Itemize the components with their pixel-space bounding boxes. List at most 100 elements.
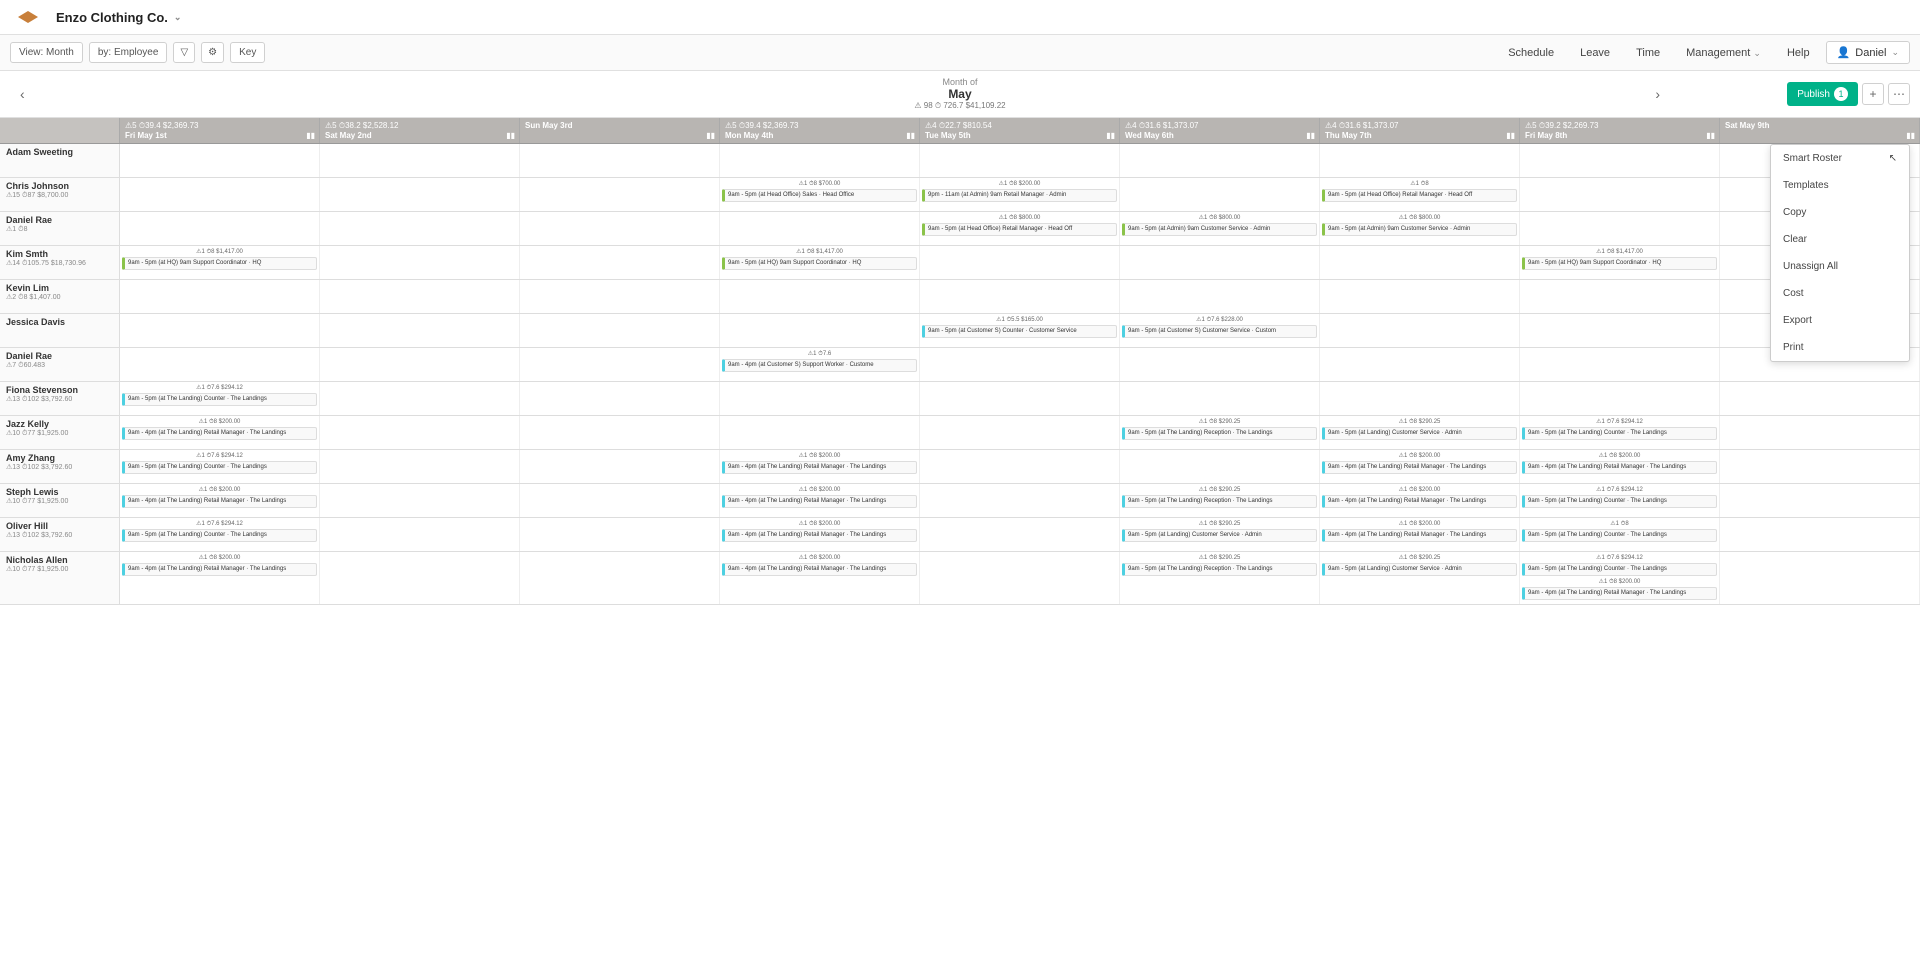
day-cell[interactable]	[720, 314, 920, 347]
day-cell[interactable]	[1120, 144, 1320, 177]
employee-cell[interactable]: Fiona Stevenson⚠13 ⏱102 $3,792.60	[0, 382, 120, 415]
day-cell[interactable]: ⚠1 ⏱8 $200.009am - 4pm (at The Landing) …	[720, 518, 920, 551]
day-cell[interactable]	[120, 212, 320, 245]
day-cell[interactable]	[320, 246, 520, 279]
day-cell[interactable]	[520, 144, 720, 177]
day-cell[interactable]	[520, 416, 720, 449]
shift-card[interactable]: 9am - 5pm (at The Landing) Counter · The…	[122, 393, 317, 406]
day-cell[interactable]: ⚠1 ⏱8 $200.009am - 4pm (at The Landing) …	[720, 450, 920, 483]
day-cell[interactable]: ⚠1 ⏱8 $290.259am - 5pm (at The Landing) …	[1120, 552, 1320, 604]
day-cell[interactable]	[720, 382, 920, 415]
employee-cell[interactable]: Steph Lewis⚠10 ⏱77 $1,925.00	[0, 484, 120, 517]
shift-card[interactable]: 9am - 5pm (at The Landing) Counter · The…	[1522, 563, 1717, 576]
dropdown-copy[interactable]: Copy	[1771, 199, 1909, 226]
shift-card[interactable]: 9am - 5pm (at Customer S) Counter · Cust…	[922, 325, 1117, 338]
day-cell[interactable]	[1120, 280, 1320, 313]
day-cell[interactable]	[1720, 518, 1920, 551]
shift-card[interactable]: 9am - 5pm (at The Landing) Reception · T…	[1122, 427, 1317, 440]
day-cell[interactable]	[720, 416, 920, 449]
day-cell[interactable]	[320, 484, 520, 517]
shift-card[interactable]: 9am - 5pm (at The Landing) Counter · The…	[1522, 495, 1717, 508]
day-cell[interactable]	[1320, 144, 1520, 177]
day-cell[interactable]: ⚠1 ⏱8 $800.009am - 5pm (at Admin) 9am Cu…	[1320, 212, 1520, 245]
day-cell[interactable]	[520, 246, 720, 279]
day-cell[interactable]	[320, 212, 520, 245]
shift-card[interactable]: 9am - 5pm (at Head Office) Retail Manage…	[1322, 189, 1517, 202]
shift-card[interactable]: 9am - 4pm (at The Landing) Retail Manage…	[1322, 495, 1517, 508]
more-menu-button[interactable]: ⋯	[1888, 83, 1910, 105]
day-cell[interactable]	[1320, 246, 1520, 279]
day-cell[interactable]: ⚠1 ⏱8 $200.009am - 4pm (at The Landing) …	[1320, 484, 1520, 517]
day-cell[interactable]	[1520, 348, 1720, 381]
day-cell[interactable]	[520, 450, 720, 483]
next-month-button[interactable]: ›	[1655, 86, 1660, 102]
day-cell[interactable]	[520, 552, 720, 604]
day-cell[interactable]: ⚠1 ⏱8 $800.009am - 5pm (at Head Office) …	[920, 212, 1120, 245]
day-cell[interactable]: ⚠1 ⏱8 $800.009am - 5pm (at Admin) 9am Cu…	[1120, 212, 1320, 245]
day-header[interactable]: Sun May 3rd▮▮	[520, 118, 720, 143]
day-cell[interactable]	[920, 552, 1120, 604]
day-header[interactable]: ⚠4 ⏱31.6 $1,373.07Thu May 7th▮▮	[1320, 118, 1520, 143]
shift-card[interactable]: 9am - 5pm (at The Landing) Reception · T…	[1122, 495, 1317, 508]
day-cell[interactable]	[1720, 416, 1920, 449]
day-cell[interactable]: ⚠1 ⏱8 $1,417.009am - 5pm (at HQ) 9am Sup…	[1520, 246, 1720, 279]
day-cell[interactable]: ⚠1 ⏱8 $200.009am - 4pm (at The Landing) …	[720, 484, 920, 517]
nav-leave[interactable]: Leave	[1570, 43, 1620, 63]
shift-card[interactable]: 9am - 5pm (at Head Office) Retail Manage…	[922, 223, 1117, 236]
day-cell[interactable]	[1720, 382, 1920, 415]
day-cell[interactable]	[1120, 246, 1320, 279]
day-cell[interactable]	[120, 144, 320, 177]
day-cell[interactable]	[920, 246, 1120, 279]
day-cell[interactable]: ⚠1 ⏱8 $200.009am - 4pm (at The Landing) …	[120, 416, 320, 449]
day-cell[interactable]	[520, 314, 720, 347]
shift-card[interactable]: 9am - 4pm (at The Landing) Retail Manage…	[1522, 587, 1717, 600]
employee-cell[interactable]: Adam Sweeting	[0, 144, 120, 177]
employee-cell[interactable]: Daniel Rae⚠7 ⏱60.483	[0, 348, 120, 381]
day-cell[interactable]	[1520, 144, 1720, 177]
company-selector[interactable]: Enzo Clothing Co. ⌄	[56, 10, 181, 25]
employee-cell[interactable]: Kevin Lim⚠2 ⏱8 $1,407.00	[0, 280, 120, 313]
day-header[interactable]: ⚠4 ⏱22.7 $810.54Tue May 5th▮▮	[920, 118, 1120, 143]
employee-cell[interactable]: Jazz Kelly⚠10 ⏱77 $1,925.00	[0, 416, 120, 449]
shift-card[interactable]: 9am - 5pm (at HQ) 9am Support Coordinato…	[722, 257, 917, 270]
employee-cell[interactable]: Nicholas Allen⚠10 ⏱77 $1,925.00	[0, 552, 120, 604]
shift-card[interactable]: 9am - 4pm (at The Landing) Retail Manage…	[722, 563, 917, 576]
day-cell[interactable]	[1520, 280, 1720, 313]
day-cell[interactable]	[920, 518, 1120, 551]
shift-card[interactable]: 9am - 4pm (at The Landing) Retail Manage…	[722, 495, 917, 508]
employee-cell[interactable]: Jessica Davis	[0, 314, 120, 347]
day-cell[interactable]	[1320, 280, 1520, 313]
add-button[interactable]: +	[1862, 83, 1884, 105]
shift-card[interactable]: 9am - 5pm (at Landing) Customer Service …	[1322, 563, 1517, 576]
day-cell[interactable]	[1720, 552, 1920, 604]
day-cell[interactable]	[720, 212, 920, 245]
day-cell[interactable]	[120, 348, 320, 381]
day-header[interactable]: ⚠5 ⏱39.4 $2,369.73Fri May 1st▮▮	[120, 118, 320, 143]
day-cell[interactable]: ⚠1 ⏱7.6 $294.129am - 5pm (at The Landing…	[1520, 416, 1720, 449]
day-cell[interactable]	[320, 144, 520, 177]
day-cell[interactable]: ⚠1 ⏱8 $200.009am - 4pm (at The Landing) …	[120, 552, 320, 604]
day-cell[interactable]	[520, 382, 720, 415]
day-cell[interactable]	[1520, 212, 1720, 245]
day-cell[interactable]: ⚠1 ⏱7.6 $228.009am - 5pm (at Customer S)…	[1120, 314, 1320, 347]
day-cell[interactable]	[320, 552, 520, 604]
shift-card[interactable]: 9am - 4pm (at The Landing) Retail Manage…	[122, 563, 317, 576]
prev-month-button[interactable]: ‹	[20, 86, 25, 102]
day-cell[interactable]	[1320, 348, 1520, 381]
filter-button[interactable]: ▽	[173, 42, 195, 63]
day-cell[interactable]: ⚠1 ⏱5.5 $165.009am - 5pm (at Customer S)…	[920, 314, 1120, 347]
nav-help[interactable]: Help	[1777, 43, 1820, 63]
day-cell[interactable]	[1120, 382, 1320, 415]
day-cell[interactable]: ⚠1 ⏱8 $200.009am - 4pm (at The Landing) …	[1320, 450, 1520, 483]
shift-card[interactable]: 9am - 5pm (at HQ) 9am Support Coordinato…	[122, 257, 317, 270]
employee-cell[interactable]: Kim Smth⚠14 ⏱105.75 $18,730.96	[0, 246, 120, 279]
day-cell[interactable]	[320, 178, 520, 211]
day-cell[interactable]: ⚠1 ⏱8 $290.259am - 5pm (at Landing) Cust…	[1120, 518, 1320, 551]
dropdown-smart-roster[interactable]: Smart Roster↖	[1771, 145, 1909, 172]
view-selector[interactable]: View: Month	[10, 42, 83, 63]
day-cell[interactable]	[1120, 450, 1320, 483]
day-cell[interactable]	[920, 484, 1120, 517]
employee-cell[interactable]: Oliver Hill⚠13 ⏱102 $3,792.60	[0, 518, 120, 551]
day-cell[interactable]: ⚠1 ⏱8 $1,417.009am - 5pm (at HQ) 9am Sup…	[120, 246, 320, 279]
day-cell[interactable]: ⚠1 ⏱8 $700.009am - 5pm (at Head Office) …	[720, 178, 920, 211]
